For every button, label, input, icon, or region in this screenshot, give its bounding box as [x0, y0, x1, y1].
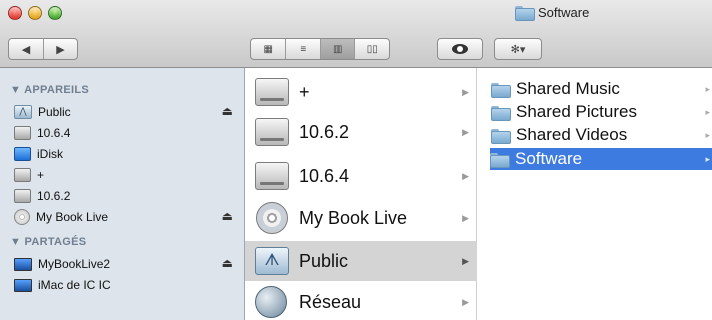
folder-item-label: Software: [515, 149, 583, 168]
monitor-icon: [14, 257, 32, 271]
chevron-right-icon: ▸: [705, 106, 710, 117]
idisk-icon: [14, 147, 31, 161]
minimize-button[interactable]: [28, 6, 42, 20]
column-item-label: My Book Live: [299, 207, 408, 228]
window-chrome: Software ◀ ▶ ▦ ≡ ▥ ▯▯ ✻▾: [0, 0, 712, 68]
disk-icon: [14, 168, 31, 182]
finder-window: Software ◀ ▶ ▦ ≡ ▥ ▯▯ ✻▾ ▼ APPAREILS ⋀ P…: [0, 0, 712, 320]
window-controls: [8, 6, 62, 20]
network-globe-icon: [255, 286, 287, 318]
column-view-icon: ▥: [333, 43, 343, 55]
column-item-reseau[interactable]: Réseau ▶: [245, 282, 477, 320]
view-mode-segmented-control: ▦ ≡ ▥ ▯▯: [250, 38, 390, 60]
folder-icon: [490, 152, 510, 168]
folder-item-shared-pictures[interactable]: Shared Pictures ▸: [491, 101, 712, 123]
column-item-label: 10.6.4: [299, 165, 350, 186]
finder-sidebar: ▼ APPAREILS ⋀ Public ⏏ 10.6.4 iDisk + 10…: [0, 68, 245, 320]
forward-arrow-icon: ▶: [56, 43, 65, 56]
sidebar-item-label: MyBookLive2: [38, 257, 111, 271]
column-item-label: Réseau: [299, 291, 362, 312]
column-folders: Shared Music ▸ Shared Pictures ▸ Shared …: [478, 68, 712, 320]
list-view-button[interactable]: ≡: [285, 39, 320, 59]
column-item-my-book-live[interactable]: My Book Live ▶: [245, 198, 477, 238]
navigation-segmented-control: ◀ ▶: [8, 38, 78, 60]
cd-icon: [14, 209, 30, 225]
column-item-10-6-2[interactable]: 10.6.2 ▶: [245, 112, 477, 152]
sidebar-item-label: iDisk: [37, 147, 63, 161]
eject-icon[interactable]: ⏏: [222, 209, 233, 223]
sidebar-item-label: 10.6.4: [37, 126, 71, 140]
folder-icon: [491, 105, 511, 121]
chevron-right-icon: ▶: [462, 126, 469, 137]
list-view-icon: ≡: [300, 43, 307, 55]
column-item-10-6-4[interactable]: 10.6.4 ▶: [245, 156, 477, 196]
quick-look-button[interactable]: [437, 38, 483, 60]
folder-item-label: Shared Pictures: [516, 102, 637, 121]
folder-item-software[interactable]: Software ▸: [490, 148, 712, 170]
coverflow-view-button[interactable]: ▯▯: [354, 39, 389, 59]
sidebar-section-devices[interactable]: ▼ APPAREILS: [10, 84, 89, 96]
network-disk-icon: ⋀: [14, 105, 32, 119]
back-button[interactable]: ◀: [9, 39, 43, 59]
icon-view-button[interactable]: ▦: [251, 39, 285, 59]
column-item-label: 10.6.2: [299, 121, 350, 142]
eject-icon[interactable]: ⏏: [222, 256, 233, 270]
sidebar-item-10-6-4[interactable]: 10.6.4: [14, 123, 239, 143]
folder-item-label: Shared Music: [516, 79, 620, 98]
folder-icon: [515, 6, 535, 21]
chevron-right-icon: ▸: [705, 153, 710, 164]
coverflow-view-icon: ▯▯: [366, 43, 378, 55]
sidebar-item-label: My Book Live: [36, 210, 109, 224]
sidebar-section-shared[interactable]: ▼ PARTAGÉS: [10, 236, 86, 248]
grid-view-icon: ▦: [263, 43, 273, 55]
folder-icon: [491, 82, 511, 98]
folder-item-shared-videos[interactable]: Shared Videos ▸: [491, 124, 712, 146]
sidebar-item-label: iMac de IC IC: [38, 278, 111, 292]
column-volumes: + ▶ 10.6.2 ▶ 10.6.4 ▶ My Book Live ▶ ᗑ P…: [245, 68, 477, 320]
disk-icon: [14, 189, 31, 203]
monitor-icon: [14, 278, 32, 292]
window-title-text: Software: [538, 5, 590, 20]
disk-icon: [255, 78, 289, 106]
column-item-plus[interactable]: + ▶: [245, 72, 477, 112]
sidebar-item-label: +: [37, 168, 45, 182]
sidebar-item-10-6-2[interactable]: 10.6.2: [14, 186, 239, 206]
sidebar-item-label: Public: [38, 105, 71, 119]
sidebar-item-plus[interactable]: +: [14, 165, 239, 185]
column-view-button[interactable]: ▥: [319, 39, 355, 59]
folder-icon: [491, 128, 511, 144]
close-button[interactable]: [8, 6, 22, 20]
chevron-right-icon: ▶: [462, 212, 469, 223]
column-item-public[interactable]: ᗑ Public ▶: [245, 241, 477, 281]
sidebar-item-label: 10.6.2: [37, 189, 71, 203]
disk-icon: [255, 162, 289, 190]
column-item-label: Public: [299, 250, 349, 271]
chevron-right-icon: ▸: [705, 129, 710, 140]
chevron-right-icon: ▶: [462, 170, 469, 181]
disk-icon: [255, 118, 289, 146]
window-title: Software: [515, 5, 590, 21]
eye-icon: [452, 44, 468, 54]
back-arrow-icon: ◀: [21, 43, 31, 56]
chevron-right-icon: ▶: [462, 86, 469, 97]
disk-icon: [14, 126, 31, 140]
chevron-right-icon: ▸: [705, 83, 710, 94]
folder-item-shared-music[interactable]: Shared Music ▸: [491, 78, 712, 100]
sidebar-item-imac-de-ic-ic[interactable]: iMac de IC IC: [14, 275, 239, 295]
forward-button[interactable]: ▶: [42, 39, 77, 59]
cd-icon: [256, 202, 288, 234]
sidebar-item-mybooklive2[interactable]: MyBookLive2 ⏏: [14, 254, 239, 274]
chevron-right-icon: ▶: [462, 296, 469, 307]
sidebar-item-idisk[interactable]: iDisk: [14, 144, 239, 164]
action-menu-button[interactable]: ✻▾: [494, 38, 542, 60]
gear-icon: ✻▾: [510, 43, 526, 56]
sidebar-item-my-book-live[interactable]: My Book Live ⏏: [14, 207, 239, 227]
network-share-icon: ᗑ: [255, 247, 289, 275]
zoom-button[interactable]: [48, 6, 62, 20]
eject-icon[interactable]: ⏏: [222, 104, 233, 118]
column-item-label: +: [299, 81, 310, 102]
sidebar-item-public[interactable]: ⋀ Public ⏏: [14, 102, 239, 122]
chevron-right-icon: ▶: [462, 255, 469, 266]
folder-item-label: Shared Videos: [516, 125, 628, 144]
